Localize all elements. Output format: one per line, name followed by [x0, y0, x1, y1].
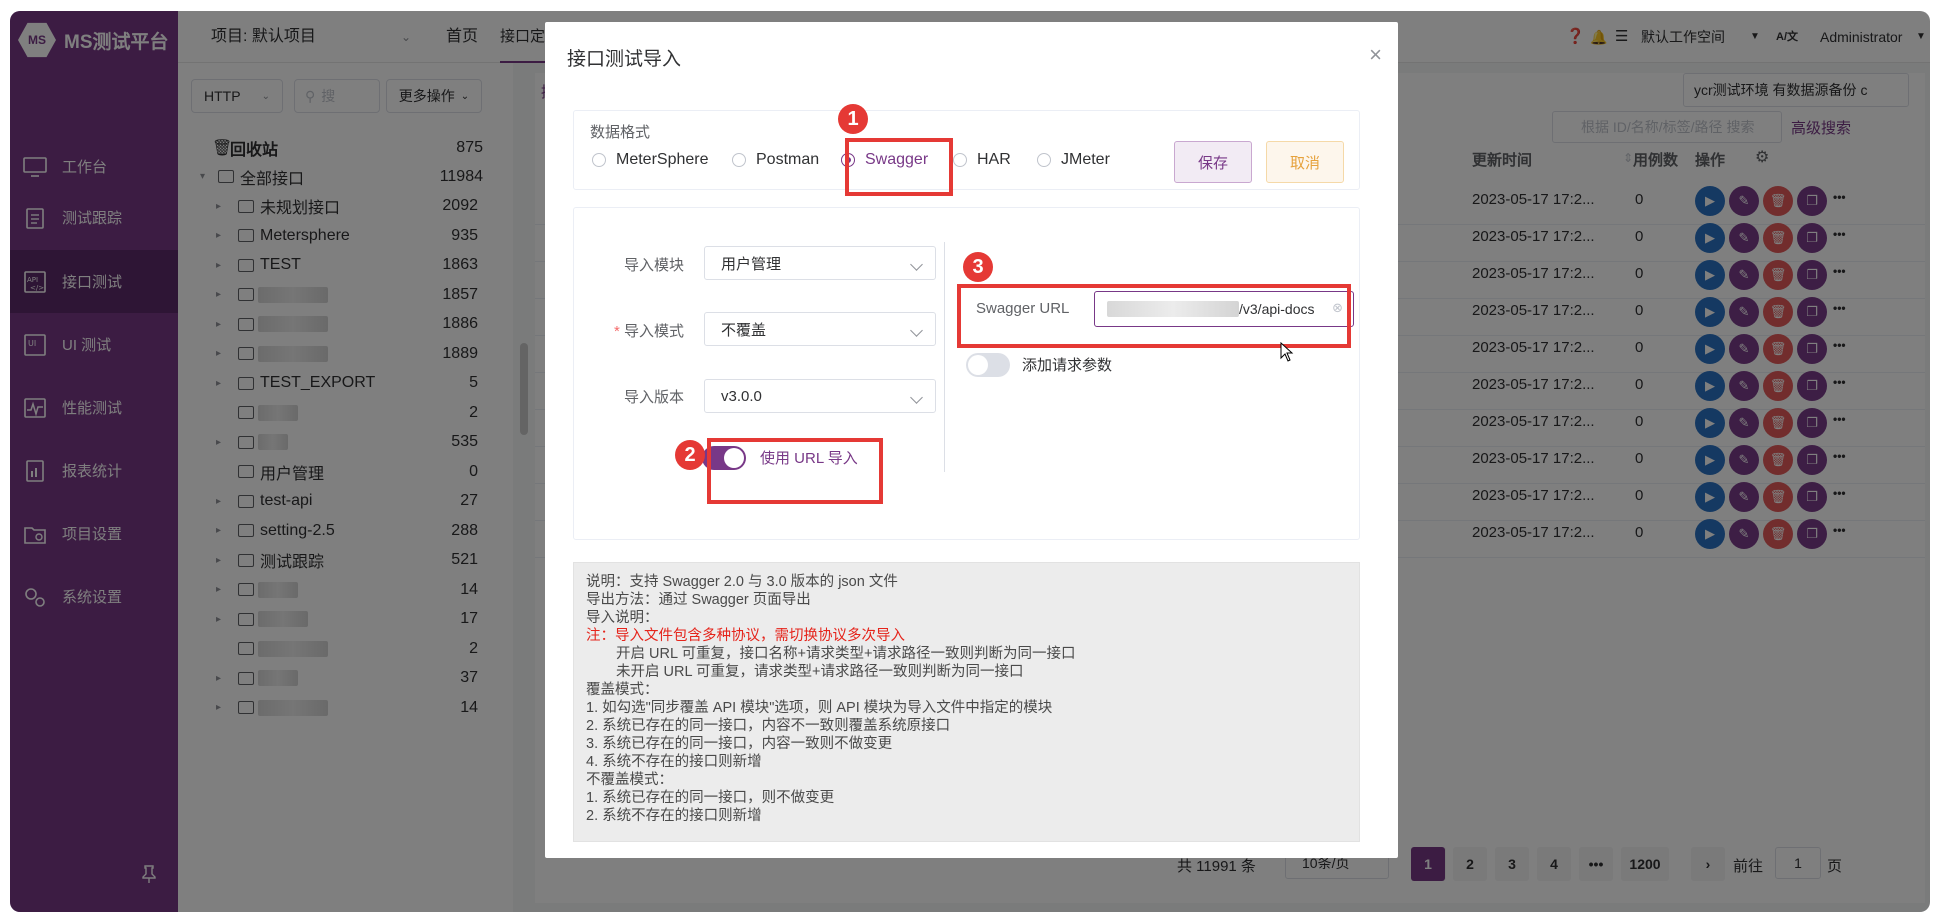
format-radio-metersphere[interactable]: MeterSphere [592, 151, 709, 169]
radio-dot [592, 153, 606, 167]
format-radio-postman[interactable]: Postman [732, 151, 819, 169]
version-value: v3.0.0 [721, 387, 762, 405]
mode-value: 不覆盖 [721, 321, 767, 339]
note-line: 开启 URL 可重复，接口名称+请求类型+请求路径一致则判断为同一接口 [616, 646, 1076, 662]
close-icon[interactable]: × [1369, 42, 1382, 68]
add-params-switch[interactable] [966, 353, 1010, 377]
module-value: 用户管理 [721, 255, 782, 273]
import-dialog: 接口测试导入 × 数据格式 MeterSphere Postman Swagge… [545, 22, 1398, 858]
chevron-down-icon [910, 324, 923, 337]
note-line: 1. 如勾选"同步覆盖 API 模块"选项，则 API 模块为导入文件中指定的模… [586, 700, 1053, 716]
dialog-title: 接口测试导入 [567, 49, 682, 70]
chevron-down-icon [910, 258, 923, 271]
required-mark: * [613, 323, 620, 340]
note-line: 4. 系统不存在的接口则新增 [586, 754, 762, 770]
cancel-button[interactable]: 取消 [1266, 141, 1344, 183]
note-line: 覆盖模式： [586, 682, 659, 698]
annotation-badge-3: 3 [963, 252, 993, 282]
annotation-badge-1: 1 [838, 104, 868, 134]
radio-label: MeterSphere [616, 151, 709, 168]
note-line: 说明：支持 Swagger 2.0 与 3.0 版本的 json 文件 [586, 574, 898, 590]
note-line: 3. 系统已存在的同一接口，内容一致则不做变更 [586, 736, 893, 752]
radio-dot [953, 153, 967, 167]
format-radio-har[interactable]: HAR [953, 151, 1011, 169]
radio-dot [1037, 153, 1051, 167]
data-format-label: 数据格式 [590, 124, 651, 141]
note-line: 2. 系统已存在的同一接口，内容不一致则覆盖系统原接口 [586, 718, 951, 734]
switch-knob [968, 355, 988, 375]
note-line: 不覆盖模式： [586, 772, 673, 788]
note-line: 导入说明： [586, 610, 659, 626]
note-line: 1. 系统已存在的同一接口，则不做变更 [586, 790, 835, 806]
radio-label: JMeter [1061, 151, 1110, 168]
mode-label: * 导入模式 [574, 320, 684, 341]
note-line: 2. 系统不存在的接口则新增 [586, 808, 762, 824]
mode-label-text: 导入模式 [623, 323, 684, 340]
data-format-box: 数据格式 MeterSphere Postman Swagger HAR JMe… [573, 110, 1360, 190]
radio-label: Postman [756, 151, 820, 168]
save-button[interactable]: 保存 [1174, 141, 1252, 183]
annotation-box-swagger-url [957, 284, 1351, 348]
note-line: 未开启 URL 可重复，请求类型+请求路径一致则判断为同一接口 [616, 664, 1024, 680]
note-line: 导出方法：通过 Swagger 页面导出 [586, 592, 811, 608]
mode-select[interactable]: 不覆盖 [704, 312, 936, 346]
version-label: 导入版本 [623, 389, 684, 406]
add-params-label: 添加请求参数 [1022, 357, 1113, 374]
chevron-down-icon [910, 391, 923, 404]
format-radio-jmeter[interactable]: JMeter [1037, 151, 1110, 169]
module-label: 导入模块 [623, 257, 684, 274]
form-divider [944, 242, 945, 472]
mouse-cursor-icon [1280, 342, 1294, 362]
app-window: MS MS测试平台 工作台 测试跟踪 API</> 接口测试 UI UI 测试 … [10, 11, 1930, 912]
radio-dot [732, 153, 746, 167]
note-warning: 注：导入文件包含多种协议，需切换协议多次导入 [586, 628, 905, 644]
annotation-box-url-switch [707, 438, 883, 504]
version-select[interactable]: v3.0.0 [704, 379, 936, 413]
module-select[interactable]: 用户管理 [704, 246, 936, 280]
annotation-box-swagger [845, 138, 953, 196]
radio-label: HAR [977, 151, 1011, 168]
annotation-badge-2: 2 [675, 440, 705, 470]
import-notes: 说明：支持 Swagger 2.0 与 3.0 版本的 json 文件 导出方法… [573, 562, 1360, 842]
